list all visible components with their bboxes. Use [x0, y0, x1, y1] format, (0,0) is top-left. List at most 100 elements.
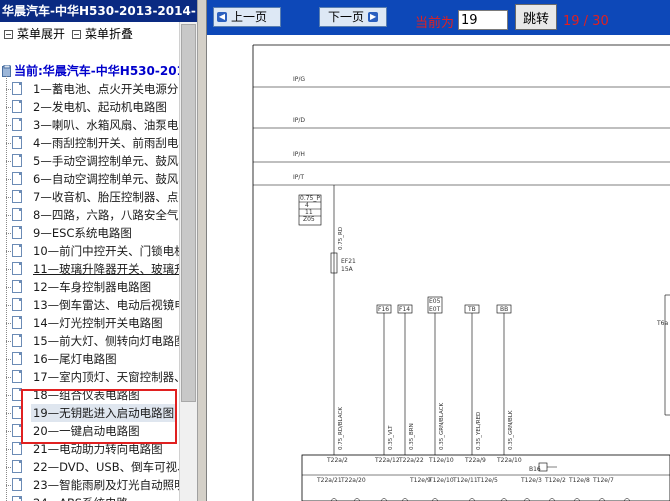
tree-item[interactable]: 22—DVD、USB、倒车可视、	[6, 458, 197, 476]
rail-label: IP/G	[293, 76, 306, 83]
pin-label: T12e/3	[521, 477, 542, 484]
expand-menu-button[interactable]: 菜单展开	[4, 24, 65, 44]
tree-item[interactable]: 16—尾灯电路图	[6, 350, 197, 368]
document-icon	[12, 100, 22, 113]
fuse-box-line: 4	[305, 202, 309, 209]
tree-item[interactable]: 1—蓄电池、点火开关电源分配	[6, 80, 197, 98]
pin-label: T22a/21	[317, 477, 342, 484]
pin-label: T22a/22	[399, 457, 424, 464]
tree-item-label: 4—雨刮控制开关、前雨刮电机	[33, 136, 190, 150]
jump-button[interactable]: 跳转	[515, 4, 557, 30]
document-icon	[12, 118, 22, 131]
tree-item-label: 3—喇叭、水箱风扇、油泵电路图	[33, 118, 197, 132]
connector-label: E05	[429, 298, 441, 305]
tree-root-label: 当前:华晨汽车-中华H530-2013-2	[14, 64, 197, 78]
tree-item[interactable]: 20—一键启动电路图	[6, 422, 197, 440]
tree-item-label: 22—DVD、USB、倒车可视、	[33, 460, 189, 474]
tree-item-label: 6—自动空调控制单元、鼓风机	[33, 172, 190, 186]
tree-item[interactable]: 12—车身控制器电路图	[6, 278, 197, 296]
tree-item[interactable]: 9—ESC系统电路图	[6, 224, 197, 242]
tree-item[interactable]: 5—手动空调控制单元、鼓风机	[6, 152, 197, 170]
pin-label: T12e/5	[477, 477, 498, 484]
document-icon	[12, 478, 22, 491]
window-title: 华晨汽车-中华H530-2013-2014-电路图	[0, 0, 197, 22]
tree-item-label: 20—一键启动电路图	[33, 424, 140, 438]
tree-item[interactable]: 13—倒车雷达、电动后视镜电	[6, 296, 197, 314]
pin-label: T12e/8	[569, 477, 590, 484]
tree-item[interactable]: 17—室内顶灯、天窗控制器、	[6, 368, 197, 386]
connector-label: E0T	[429, 306, 441, 313]
arrow-left-icon: ◀	[217, 12, 227, 22]
collapse-icon	[72, 29, 81, 39]
rail-label: IP/H	[293, 151, 305, 158]
pin-label: T22a/2	[327, 457, 348, 464]
pin-label: B16	[529, 466, 541, 473]
collapse-menu-label: 菜单折叠	[85, 27, 134, 41]
tree-item[interactable]: 23—智能雨刷及灯光自动照明	[6, 476, 197, 494]
document-icon	[12, 172, 22, 185]
document-icon	[12, 388, 22, 401]
wire-label: 0.35_YEL/RED	[476, 411, 482, 450]
tree-item-label: 7—收音机、胎压控制器、点烟器	[33, 190, 197, 204]
document-icon	[12, 280, 22, 293]
tree-item-label: 23—智能雨刷及灯光自动照明	[33, 478, 186, 492]
tree-item[interactable]: 14—灯光控制开关电路图	[6, 314, 197, 332]
page-number-input[interactable]	[458, 10, 508, 30]
fuse-box-line: Z05	[303, 216, 315, 223]
fuse-box-line: 0.75_P	[300, 195, 320, 202]
document-icon	[12, 190, 22, 203]
tree-item-label: 21—电动助力转向电路图	[33, 442, 163, 456]
wire-label: 0.35_GRN/BLACK	[439, 402, 445, 450]
wire-label: 0.75_RD/BLACK	[338, 407, 344, 450]
pin-label: T22a/12	[375, 457, 400, 464]
wire-label: 0.35_VLT	[388, 425, 394, 450]
tree-item[interactable]: 2—发电机、起动机电路图	[6, 98, 197, 116]
tree-item-label: 2—发电机、起动机电路图	[33, 100, 167, 114]
document-icon	[12, 208, 22, 221]
tree-scrollbar-thumb[interactable]	[181, 24, 196, 402]
tree-item[interactable]: 21—电动助力转向电路图	[6, 440, 197, 458]
pin-label: T12e/9	[410, 477, 431, 484]
tree-item[interactable]: 4—雨刮控制开关、前雨刮电机	[6, 134, 197, 152]
connector-label: F16	[378, 306, 390, 313]
document-icon	[12, 406, 22, 419]
tree-item[interactable]: 24—ABS系统电路	[6, 494, 197, 501]
prev-page-button[interactable]: ◀ 上一页	[213, 7, 281, 27]
menu-row: 菜单展开 菜单折叠	[0, 24, 197, 44]
fuse-label: EF21	[341, 258, 356, 265]
tree-item[interactable]: 3—喇叭、水箱风扇、油泵电路图	[6, 116, 197, 134]
next-page-label: 下一页	[328, 10, 365, 24]
tree-item-label: 17—室内顶灯、天窗控制器、	[33, 370, 186, 384]
wiring-diagram: IP/G IP/D IP/H IP/T 0.75_P 4 11 Z05 EF21…	[207, 35, 670, 501]
tree-item-label: 5—手动空调控制单元、鼓风机	[33, 154, 190, 168]
tree-root[interactable]: 当前:华晨汽车-中华H530-2013-2	[0, 62, 197, 80]
expand-icon	[4, 29, 13, 39]
next-page-button[interactable]: 下一页 ▶	[319, 7, 387, 27]
fuse-rating: 15A	[341, 266, 353, 273]
tree-item[interactable]: 10—前门中控开关、门锁电机	[6, 242, 197, 260]
pin-label: T12e/7	[593, 477, 614, 484]
pin-label: T22a/10	[497, 457, 522, 464]
pin-label: T22a/20	[341, 477, 366, 484]
tree-item[interactable]: 7—收音机、胎压控制器、点烟器	[6, 188, 197, 206]
tree-item-label: 15—前大灯、侧转向灯电路图	[33, 334, 186, 348]
pin-label: T12e/10	[429, 457, 454, 464]
tree-item[interactable]: 18—组合仪表电路图	[6, 386, 197, 404]
collapse-menu-button[interactable]: 菜单折叠	[72, 24, 133, 44]
tree-item[interactable]: 8—四路，六路，八路安全气囊	[6, 206, 197, 224]
tree-item[interactable]: 15—前大灯、侧转向灯电路图	[6, 332, 197, 350]
page-count: 19 / 30	[563, 14, 609, 29]
tree-item[interactable]: 6—自动空调控制单元、鼓风机	[6, 170, 197, 188]
panel-splitter[interactable]	[197, 0, 207, 501]
rail-label: IP/D	[293, 117, 306, 124]
document-icon	[12, 136, 22, 149]
fuse-box-line: 11	[305, 209, 313, 216]
document-icon	[12, 460, 22, 473]
document-icon	[12, 244, 22, 257]
connector-label: F14	[399, 306, 411, 313]
tree-item[interactable]: 19—无钥匙进入启动电路图	[6, 404, 197, 422]
document-icon	[12, 496, 22, 501]
tree-item[interactable]: 11—玻璃升降器开关、玻璃升降	[6, 260, 197, 278]
module-label: T6a	[657, 320, 669, 327]
expand-menu-label: 菜单展开	[17, 27, 66, 41]
